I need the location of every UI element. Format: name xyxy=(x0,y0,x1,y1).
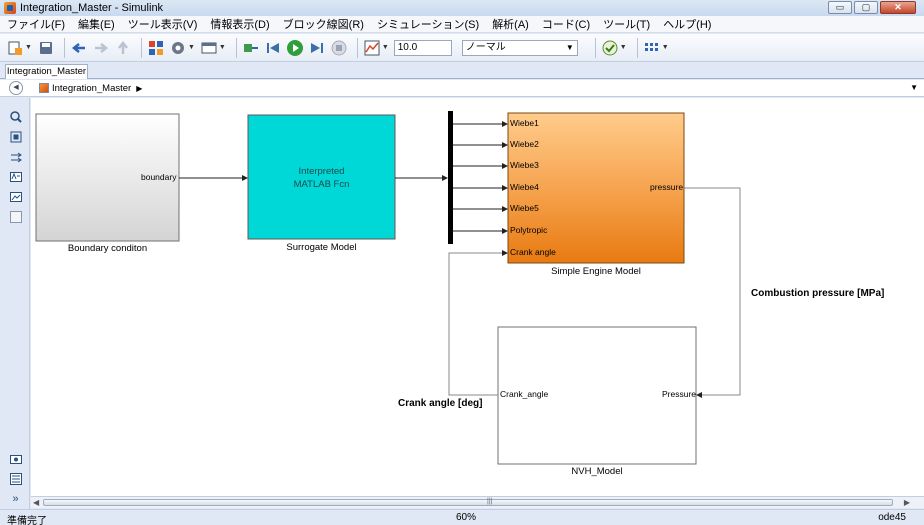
menu-help[interactable]: ヘルプ(H) xyxy=(663,16,711,32)
address-dropdown-icon[interactable]: ▼ xyxy=(910,83,918,92)
address-bar: ◀ Integration_Master ▶ ▼ xyxy=(0,80,924,97)
check-dropdown-icon[interactable]: ▼ xyxy=(620,44,627,51)
up-icon[interactable] xyxy=(114,39,132,57)
scope-icon[interactable] xyxy=(363,39,381,57)
annotation-icon[interactable] xyxy=(9,170,22,183)
scroll-thumb[interactable]: ||| xyxy=(43,498,893,506)
scroll-right-icon[interactable]: ▶ xyxy=(904,498,910,507)
maximize-button[interactable]: ▢ xyxy=(854,1,878,14)
boundary-block-label: Boundary conditon xyxy=(67,243,148,254)
engine-port-wiebe3: Wiebe3 xyxy=(510,160,539,170)
new-model-dropdown-icon[interactable]: ▼ xyxy=(25,44,32,51)
title-bar: Integration_Master - Simulink ▭ ▢ ✕ xyxy=(0,0,924,16)
engine-port-crank-angle: Crank angle xyxy=(510,247,556,257)
boundary-port-label: boundary xyxy=(141,172,177,182)
run-icon[interactable] xyxy=(286,39,304,57)
mux-block[interactable] xyxy=(448,111,453,244)
explorer-icon[interactable] xyxy=(200,39,218,57)
mux-outputs xyxy=(453,121,508,234)
status-bar: 準備完了 60% ode45 xyxy=(0,509,924,525)
sim-mode-select[interactable]: ノーマル ▼ xyxy=(461,39,578,56)
breadcrumb-arrow-icon[interactable]: ▶ xyxy=(136,84,142,93)
model-config-icon[interactable] xyxy=(169,39,187,57)
surrogate-block[interactable] xyxy=(247,114,396,240)
toolbar: ▼ ▼ ▼ ▼ 10.0 ノーマル ▼ ▼ ▼ xyxy=(0,34,924,62)
explorer-dropdown-icon[interactable]: ▼ xyxy=(219,44,226,51)
engine-port-polytropic: Polytropic xyxy=(510,225,548,235)
step-forward-icon[interactable] xyxy=(308,39,326,57)
engine-block-label: Simple Engine Model xyxy=(551,266,641,277)
menu-bar: ファイル(F) 編集(E) ツール表示(V) 情報表示(D) ブロック線図(R)… xyxy=(0,16,924,33)
hide-browser-icon[interactable]: ◀ xyxy=(9,81,23,95)
engine-port-pressure: pressure xyxy=(650,182,684,192)
model-icon xyxy=(39,83,49,93)
surrogate-block-label: Surrogate Model xyxy=(286,242,357,253)
forward-icon[interactable] xyxy=(92,39,110,57)
route-lines-icon[interactable] xyxy=(9,150,22,163)
area-icon[interactable] xyxy=(9,210,22,223)
back-icon[interactable] xyxy=(70,39,88,57)
step-back-icon[interactable] xyxy=(264,39,282,57)
engine-port-wiebe2: Wiebe2 xyxy=(510,139,539,149)
zoom-icon[interactable] xyxy=(9,110,22,123)
zoom-level: 60% xyxy=(456,512,477,523)
menu-code[interactable]: コード(C) xyxy=(542,16,590,32)
crank-angle-label[interactable]: Crank angle [deg] xyxy=(398,398,482,409)
engine-port-wiebe5: Wiebe5 xyxy=(510,203,539,213)
status-text: 準備完了 xyxy=(7,516,47,525)
fit-to-view-icon[interactable] xyxy=(9,130,22,143)
close-button[interactable]: ✕ xyxy=(880,1,916,14)
scope-dropdown-icon[interactable]: ▼ xyxy=(382,44,389,51)
menu-analysis[interactable]: 解析(A) xyxy=(492,16,529,32)
screenshot-icon[interactable] xyxy=(9,452,22,465)
update-diagram-icon[interactable] xyxy=(242,39,260,57)
menu-simulation[interactable]: シミュレーション(S) xyxy=(377,16,479,32)
solver-name[interactable]: ode45 xyxy=(878,512,906,523)
horizontal-scrollbar[interactable]: ◀ ||| ▶ xyxy=(31,496,924,508)
sim-mode-value: ノーマル xyxy=(465,41,506,53)
minimize-button[interactable]: ▭ xyxy=(828,1,852,14)
tab-strip: Integration_Master xyxy=(0,63,924,79)
nvh-port-pressure: Pressure xyxy=(662,389,697,399)
menu-file[interactable]: ファイル(F) xyxy=(7,16,65,32)
new-model-icon[interactable] xyxy=(6,39,24,57)
breadcrumb[interactable]: Integration_Master xyxy=(52,83,131,94)
library-browser-icon[interactable] xyxy=(147,39,165,57)
model-config-dropdown-icon[interactable]: ▼ xyxy=(188,44,195,51)
combustion-pressure-label[interactable]: Combustion pressure [MPa] xyxy=(751,288,884,299)
left-palette: » xyxy=(0,98,30,510)
menu-view[interactable]: ツール表示(V) xyxy=(128,16,198,32)
chevron-down-icon: ▼ xyxy=(565,42,574,52)
nvh-block-label: NVH_Model xyxy=(571,466,623,477)
model-browser-icon[interactable] xyxy=(9,472,22,485)
surrogate-line1: Interpreted xyxy=(298,166,345,177)
menu-diagram[interactable]: ブロック線図(R) xyxy=(283,16,364,32)
menu-display[interactable]: 情報表示(D) xyxy=(210,16,269,32)
grid-icon[interactable] xyxy=(643,39,661,57)
surrogate-line2: MATLAB Fcn xyxy=(293,179,350,190)
simulink-app-icon xyxy=(4,2,16,14)
check-icon[interactable] xyxy=(601,39,619,57)
save-icon[interactable] xyxy=(37,39,55,57)
menu-tools[interactable]: ツール(T) xyxy=(603,16,650,32)
grid-dropdown-icon[interactable]: ▼ xyxy=(662,44,669,51)
stop-time-field[interactable]: 10.0 xyxy=(393,39,452,56)
scroll-left-icon[interactable]: ◀ xyxy=(33,498,39,507)
nvh-port-crank-angle: Crank_angle xyxy=(500,389,549,399)
stop-icon[interactable] xyxy=(330,39,348,57)
engine-port-wiebe4: Wiebe4 xyxy=(510,182,539,192)
engine-port-wiebe1: Wiebe1 xyxy=(510,118,539,128)
expand-palette-icon[interactable]: » xyxy=(9,492,22,505)
window-title: Integration_Master - Simulink xyxy=(20,2,164,14)
image-icon[interactable] xyxy=(9,190,22,203)
model-canvas[interactable]: boundary Boundary conditon Interpreted M… xyxy=(31,98,924,496)
menu-edit[interactable]: 編集(E) xyxy=(78,16,115,32)
tab-integration-master[interactable]: Integration_Master xyxy=(5,64,88,79)
